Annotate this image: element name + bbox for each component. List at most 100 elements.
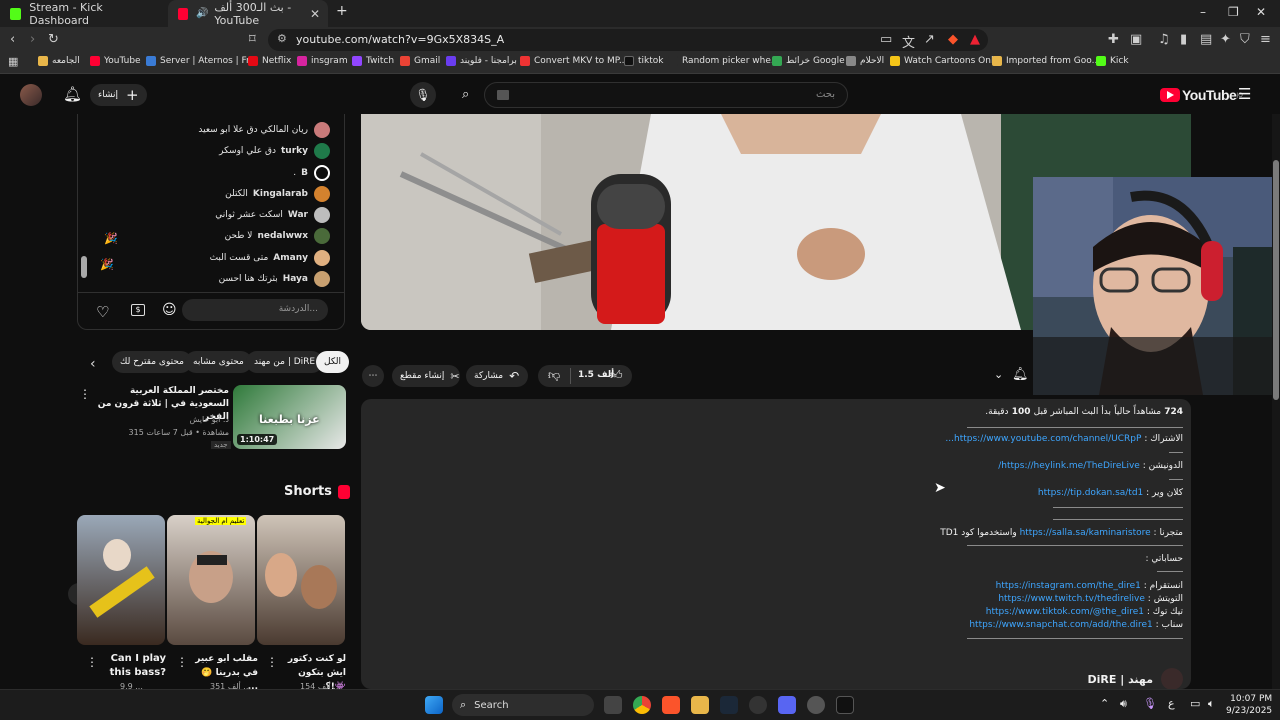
share-icon[interactable]: ↗ (924, 32, 935, 47)
short-thumbnail[interactable]: تعليم ام الجوالية (167, 515, 255, 645)
chat-scrollbar[interactable] (81, 256, 87, 278)
bookmark-item[interactable]: Netflix (248, 56, 291, 66)
chip-similar[interactable]: محتوى مشابه (185, 351, 252, 373)
bookmark-item[interactable]: Random picker whe... (668, 56, 779, 66)
bookmark-item[interactable]: Watch Cartoons Onl... (890, 56, 1002, 66)
related-video-item[interactable]: ⋮ مختصر المملكة العربية السعودية في | ثل… (77, 385, 347, 451)
chip-from-channel[interactable]: من مهند | DiRE (246, 351, 324, 373)
short-title[interactable]: Can I play this bass? (96, 652, 166, 680)
menu-icon[interactable]: ≡ (1260, 32, 1271, 47)
bookmark-item[interactable]: الاحلام (846, 56, 884, 66)
bookmark-icon[interactable]: ⌑ (249, 32, 256, 47)
bookmark-item[interactable]: Convert MKV to MP... (520, 56, 627, 66)
language-indicator[interactable]: ع (1168, 697, 1175, 710)
discord-icon[interactable] (778, 696, 796, 714)
guide-menu-icon[interactable]: ☰ (1238, 85, 1251, 103)
page-scrollbar-thumb[interactable] (1273, 160, 1279, 400)
bookmark-item[interactable]: YouTube (90, 56, 141, 66)
chat-input[interactable]: الدردشة... (182, 299, 328, 321)
cast-icon[interactable]: ▭ (880, 32, 892, 47)
translate-icon[interactable]: 文 (902, 32, 915, 51)
forward-icon[interactable]: › (30, 32, 35, 47)
steam-icon[interactable] (720, 696, 738, 714)
search-button[interactable]: ⌕ (450, 82, 486, 108)
close-window-button[interactable]: ✕ (1256, 5, 1266, 19)
more-actions-button[interactable]: ⋯ (362, 365, 384, 387)
related-video-thumbnail[interactable]: عزنا بطبعنا 1:10:47 (233, 385, 346, 449)
maximize-button[interactable]: ❐ (1228, 5, 1239, 19)
bookmark-item[interactable]: Server | Aternos | Fr... (146, 56, 258, 66)
leo-ai-icon[interactable]: ✦ (1220, 32, 1231, 47)
emoji-icon[interactable]: ☺ (162, 302, 177, 318)
heart-icon[interactable]: ♡ (96, 303, 109, 321)
media-icon[interactable]: ♫ (1158, 32, 1170, 47)
create-button[interactable]: إنشاء + (90, 84, 147, 106)
tab-kick-dashboard[interactable]: Stream - Kick Dashboard (0, 0, 168, 27)
avatar[interactable] (20, 84, 42, 106)
share-button[interactable]: مشاركة ↶ (466, 365, 528, 387)
brave-icon[interactable] (662, 696, 680, 714)
keyboard-icon[interactable] (497, 90, 509, 100)
short-thumbnail[interactable] (257, 515, 345, 645)
like-button[interactable]: 👍︎ (610, 368, 623, 383)
back-icon[interactable]: ‹ (10, 32, 15, 47)
chevron-left-icon[interactable]: ‹ (90, 356, 96, 372)
brave-shield-icon[interactable]: ◆ (948, 32, 958, 47)
clip-button[interactable]: إنشاء مقطع ✂ (392, 365, 460, 387)
clock[interactable]: 10:07 PM 9/23/2025 (1226, 693, 1272, 717)
wallet-icon[interactable]: ▤ (1200, 32, 1212, 47)
more-options-icon[interactable]: ⋮ (86, 655, 98, 669)
network-icon[interactable]: ▭ (1190, 697, 1200, 710)
chip-recommended[interactable]: محتوى مقترح لك (112, 351, 192, 373)
speaker-icon[interactable]: 🔊 (196, 8, 208, 19)
volume-icon[interactable]: 🔊︎ (1120, 697, 1127, 711)
start-icon[interactable] (425, 696, 443, 714)
notifications-icon[interactable]: 🔔︎ (63, 85, 82, 103)
more-options-icon[interactable]: ⋮ (266, 655, 278, 669)
app-icon[interactable] (749, 696, 767, 714)
file-explorer-icon[interactable] (691, 696, 709, 714)
apps-icon[interactable]: ▦ (8, 55, 18, 68)
video-description[interactable]: 724 مشاهداً حالياً بدأ البث المباشر قبل … (361, 399, 1191, 690)
search-input[interactable]: بحث (484, 82, 848, 108)
short-thumbnail[interactable] (77, 515, 165, 645)
mic-icon[interactable]: 🎙︎ (1143, 697, 1157, 710)
voice-search-icon[interactable]: 🎙︎ (410, 82, 436, 108)
bookmark-item[interactable]: tiktok (624, 56, 664, 66)
bookmark-item[interactable]: Kick (1096, 56, 1129, 66)
channel-row[interactable]: مهند | DiRE (1088, 668, 1183, 690)
site-info-icon[interactable]: ⚙ (277, 32, 287, 45)
bookmark-item[interactable]: Twitch (352, 56, 394, 66)
tray-overflow-icon[interactable]: ⌃ (1100, 697, 1109, 710)
tab-youtube[interactable]: 🔊 بث الـ300 ألف - YouTube ✕ (168, 0, 328, 27)
taskbar-search[interactable]: ⌕ Search (452, 694, 594, 716)
screenshot-icon[interactable]: ▣ (1130, 32, 1142, 47)
chrome-icon[interactable] (633, 696, 651, 714)
sidebar-icon[interactable]: ▮ (1180, 32, 1187, 47)
brave-rewards-icon[interactable]: ▲ (970, 32, 980, 47)
bookmark-item[interactable]: insgram (297, 56, 348, 66)
youtube-logo[interactable]: YouTube JO (1160, 87, 1243, 103)
obs-icon[interactable] (836, 696, 854, 714)
minimize-button[interactable]: – (1200, 5, 1206, 19)
super-chat-icon[interactable]: $ (131, 304, 145, 316)
speaker-icon[interactable]: 🔈︎ (1208, 697, 1215, 711)
bookmark-item[interactable]: Imported from Goo... (992, 56, 1100, 66)
bookmark-item[interactable]: Gmail (400, 56, 440, 66)
task-view-icon[interactable] (604, 696, 622, 714)
close-tab-icon[interactable]: ✕ (310, 7, 320, 21)
chip-all[interactable]: الكل (316, 351, 350, 373)
bookmark-item[interactable]: خرائط Google (772, 56, 845, 66)
bookmark-item[interactable]: برامجنا - فلويند (446, 56, 517, 66)
reload-icon[interactable]: ↻ (48, 32, 59, 47)
bookmark-item[interactable]: الجامعه (38, 56, 80, 66)
app-icon[interactable] (807, 696, 825, 714)
extensions-icon[interactable]: ✚ (1108, 32, 1119, 47)
page-scrollbar-track[interactable] (1272, 114, 1280, 689)
vpn-icon[interactable]: ⛉ (1240, 32, 1250, 47)
subscribe-bell-button[interactable]: ⌄ 🔔︎ (994, 365, 1044, 387)
dislike-button[interactable]: 👎︎ (548, 368, 560, 383)
more-options-icon[interactable]: ⋮ (176, 655, 188, 669)
new-tab-button[interactable]: + (336, 3, 348, 19)
more-options-icon[interactable]: ⋮ (79, 387, 91, 401)
